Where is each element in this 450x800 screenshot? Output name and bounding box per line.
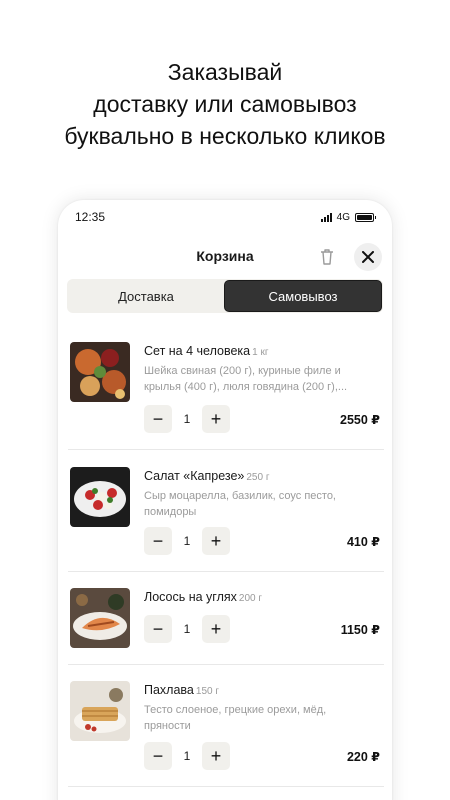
item-name: Лосось на углях 200 г (144, 590, 263, 604)
item-price: 410 ₽ (346, 535, 380, 549)
status-bar: 12:35 4G (58, 200, 392, 234)
item-description: Шейка свиная (200 г), куриные филе и кры… (144, 365, 348, 393)
quantity-stepper: − 1 + (144, 742, 230, 770)
quantity-stepper: − 1 + (144, 615, 230, 643)
quantity-stepper: − 1 + (144, 527, 230, 555)
item-price: 220 ₽ (346, 750, 380, 764)
promo-line-2: доставку или самовывоз (93, 91, 357, 117)
item-name: Сет на 4 человека 1 кг (144, 344, 269, 358)
quantity-value: 1 (183, 412, 191, 426)
close-icon (362, 251, 374, 263)
status-time: 12:35 (75, 210, 106, 224)
item-weight: 200 г (238, 593, 263, 604)
item-description: Сыр моцарелла, базилик, соус песто, поми… (144, 490, 336, 518)
plus-button[interactable]: + (202, 615, 230, 643)
minus-button[interactable]: − (144, 615, 172, 643)
page-title: Корзина (196, 248, 254, 264)
status-indicators: 4G (320, 211, 376, 223)
plus-icon: + (210, 408, 222, 429)
minus-button[interactable]: − (144, 405, 172, 433)
item-name: Пахлава 150 г (144, 683, 220, 697)
item-weight: 250 г (246, 472, 270, 483)
item-image-salad (70, 467, 130, 527)
minus-icon: − (152, 530, 164, 551)
promo-line-1: Заказывай (167, 59, 283, 85)
item-image-salmon (70, 588, 130, 648)
plus-button[interactable]: + (202, 742, 230, 770)
minus-button[interactable]: − (144, 742, 172, 770)
minus-button[interactable]: − (144, 527, 172, 555)
item-weight: 1 кг (252, 347, 269, 358)
quantity-value: 1 (183, 622, 191, 636)
promo-headline: Заказывай доставку или самовывоз букваль… (0, 56, 450, 152)
plus-button[interactable]: + (202, 405, 230, 433)
item-description: Тесто слоеное, грецкие орехи, мёд, пряно… (144, 704, 327, 732)
quantity-stepper: − 1 + (144, 405, 230, 433)
cart-item: Салат «Капрезе» 250 г Сыр моцарелла, бази… (68, 450, 384, 572)
plus-icon: + (210, 618, 222, 639)
tab-pickup[interactable]: Самовывоз (224, 280, 382, 312)
plus-button[interactable]: + (202, 527, 230, 555)
tab-delivery[interactable]: Доставка (68, 280, 224, 312)
item-weight: 150 г (195, 686, 220, 697)
phone-frame: 12:35 4G Корзина Доставка Самовывоз Сет … (58, 200, 392, 800)
cart-item: Сет на 4 человека 1 кг Шейка свиная (200 … (68, 323, 384, 450)
cart-header: Корзина (58, 234, 392, 279)
cart-item: Лосось на углях 200 г − 1 + 1150 ₽ (68, 572, 384, 665)
cart-item: Пахлава 150 г Тесто слоеное, грецкие орех… (68, 665, 384, 787)
promo-line-3: буквально в несколько кликов (64, 123, 386, 149)
close-button[interactable] (354, 243, 382, 271)
quantity-value: 1 (183, 749, 191, 763)
plus-icon: + (210, 530, 222, 551)
minus-icon: − (152, 745, 164, 766)
delivery-mode-tabs: Доставка Самовывоз (67, 279, 383, 313)
item-price: 1150 ₽ (340, 623, 380, 637)
network-type: 4G (336, 211, 350, 223)
minus-icon: − (152, 618, 164, 639)
trash-icon[interactable] (318, 247, 336, 267)
item-image-set (70, 342, 130, 402)
signal-icon (320, 212, 332, 222)
item-price: 2550 ₽ (340, 413, 380, 427)
minus-icon: − (152, 408, 164, 429)
plus-icon: + (210, 745, 222, 766)
item-image-baklava (70, 681, 130, 741)
quantity-value: 1 (183, 534, 191, 548)
item-name: Салат «Капрезе» 250 г (144, 469, 270, 483)
battery-icon (355, 212, 376, 222)
